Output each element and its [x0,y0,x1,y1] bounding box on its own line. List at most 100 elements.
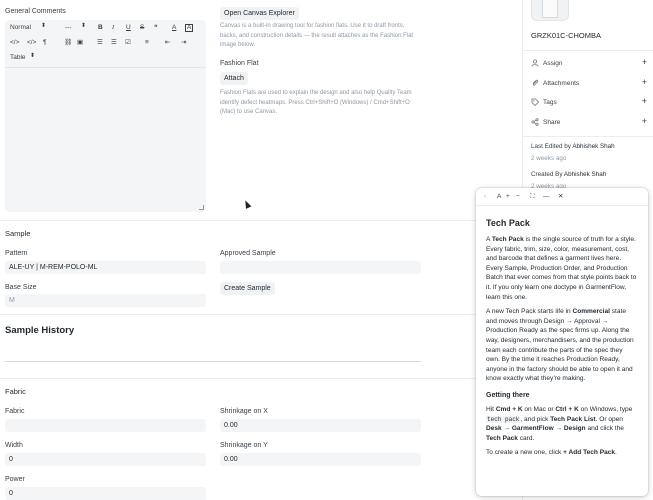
help-paragraph-4: To create a new one, click + Add Tech Pa… [486,449,617,457]
help-paragraph-1: A Tech Pack is the single source of trut… [486,236,637,301]
form-main: General Comments Normal ⬍ --- ⬍ B I U S … [0,0,522,500]
font-color-icon[interactable]: A [172,24,176,32]
align-icon[interactable]: ≡ [145,39,149,47]
style-select[interactable]: Normal [10,24,31,32]
fashion-flat-label: Fashion Flat [220,60,259,67]
help-title: Tech Pack [486,218,530,228]
tag-icon [531,98,539,106]
expand-icon[interactable]: ⛶ [530,193,535,201]
close-icon[interactable]: ✕ [558,193,563,201]
back-icon[interactable]: ‹ [484,193,486,201]
shrinkage-x-label: Shrinkage on X [220,408,268,415]
sidebar-item-tags[interactable]: Tags + [531,96,647,108]
fabric-field[interactable] [5,419,206,432]
paragraph-icon[interactable]: ¶ [43,39,47,47]
width-field[interactable]: 0 [5,453,206,466]
last-edited-user[interactable]: Abhishek Shah [572,143,614,150]
help-panel: ‹ A + − ⛶ — ✕ Tech Pack A Tech Pack is t… [476,188,648,496]
add-tag-icon[interactable]: + [642,96,647,106]
size-select[interactable]: --- [65,24,72,32]
section-divider [0,314,522,315]
sidebar-divider [523,136,653,137]
power-field[interactable]: 0 [5,487,206,500]
sidebar-item-share[interactable]: Share + [531,116,647,128]
open-canvas-explorer-button[interactable]: Open Canvas Explorer [220,7,299,20]
sidebar-item-assign[interactable]: Assign + [531,57,647,69]
add-attachment-icon[interactable]: + [642,77,647,87]
resize-handle-icon[interactable] [199,205,204,210]
shrinkage-x-field[interactable]: 0.00 [220,419,421,432]
sample-history-table-border [5,361,421,362]
approved-sample-label: Approved Sample [220,250,276,257]
code-icon[interactable]: </> [10,39,19,47]
italic-button[interactable]: I [112,24,114,32]
section-divider [0,220,522,221]
font-size-icon[interactable]: A [497,193,501,201]
quote-icon[interactable]: ❝ [154,24,158,32]
image-icon[interactable]: ▣ [77,39,83,47]
outdent-icon[interactable]: ⇤ [165,39,170,47]
power-label: Power [5,476,25,483]
fashion-flat-help-text: Fashion Flats are used to explain the de… [220,90,412,115]
toolbar-divider [5,67,206,68]
check-list-icon[interactable]: ☑ [125,39,131,47]
sidebar-item-label: Attachments [543,80,580,87]
section-divider [0,378,522,379]
pattern-label: Pattern [5,250,28,257]
size-select-chevron-icon: ⬍ [81,23,87,29]
share-icon [531,118,539,126]
shrinkage-y-label: Shrinkage on Y [220,442,268,449]
help-paragraph-3: Hit Cmd + K on Mac or Ctrl + K on Window… [486,405,633,442]
help-subheading: Getting there [486,391,530,399]
sample-section-title: Sample [5,229,31,238]
add-assign-icon[interactable]: + [642,57,647,67]
fabric-label: Fabric [5,408,25,415]
ordered-list-icon[interactable]: ☰ [97,39,103,47]
table-select-chevron-icon: ⬍ [30,53,36,59]
table-select[interactable]: Table [10,54,26,62]
pattern-field[interactable]: ALE-UY | M-REM-POLO-ML [5,261,206,274]
strike-button[interactable]: S [140,24,144,32]
background-color-icon[interactable]: A [185,24,194,32]
style-image-thumbnail[interactable] [531,0,569,21]
paperclip-icon [532,79,539,86]
zoom-in-icon[interactable]: + [506,193,510,201]
zoom-out-icon[interactable]: − [516,193,520,201]
created-info: Created By Abhishek Shah [531,171,606,179]
canvas-help-text: Canvas is a built-in drawing tool for fa… [220,23,414,48]
link-icon[interactable]: ⛓ [64,39,72,47]
help-panel-content: Tech Pack A Tech Pack is the single sour… [486,218,638,463]
attach-button[interactable]: Attach [220,72,248,85]
bold-button[interactable]: B [98,24,103,32]
last-edited-time: 2 weeks ago [531,155,567,162]
garment-image [542,0,558,18]
base-size-field[interactable]: M [5,294,206,307]
width-label: Width [5,442,23,449]
document-name: GRZK01C-CHOMBA [531,31,602,40]
minimize-icon[interactable]: — [543,193,550,201]
sidebar-item-label: Assign [543,60,563,67]
general-comments-editor[interactable]: Normal ⬍ --- ⬍ B I U S ❝ A A </> </> ¶ ⛓… [5,20,206,212]
sidebar-item-label: Tags [543,99,557,106]
create-sample-button[interactable]: Create Sample [220,282,275,295]
approved-sample-field[interactable] [220,261,421,274]
sidebar-divider [523,50,653,51]
text-direction-icon[interactable]: </> [27,39,36,47]
indent-icon[interactable]: ⇥ [181,39,186,47]
inline-code: tech pack [486,415,521,423]
underline-button[interactable]: U [126,24,131,32]
created-prefix: Created By [531,171,563,178]
sidebar-item-label: Share [543,119,561,126]
sample-history-title: Sample History [5,325,75,336]
general-comments-label: General Comments [5,8,66,15]
mouse-cursor-icon [242,199,252,209]
fabric-section-title: Fabric [5,387,26,396]
user-icon [531,59,539,67]
shrinkage-y-field[interactable]: 0.00 [220,453,421,466]
base-size-label: Base Size [5,284,37,291]
add-share-icon[interactable]: + [642,116,647,126]
created-user[interactable]: Abhishek Shah [564,171,606,178]
bullet-list-icon[interactable]: ☰ [111,39,117,47]
sidebar-item-attachments[interactable]: Attachments + [531,77,647,89]
last-edited-info: Last Edited by Abhishek Shah [531,143,615,151]
